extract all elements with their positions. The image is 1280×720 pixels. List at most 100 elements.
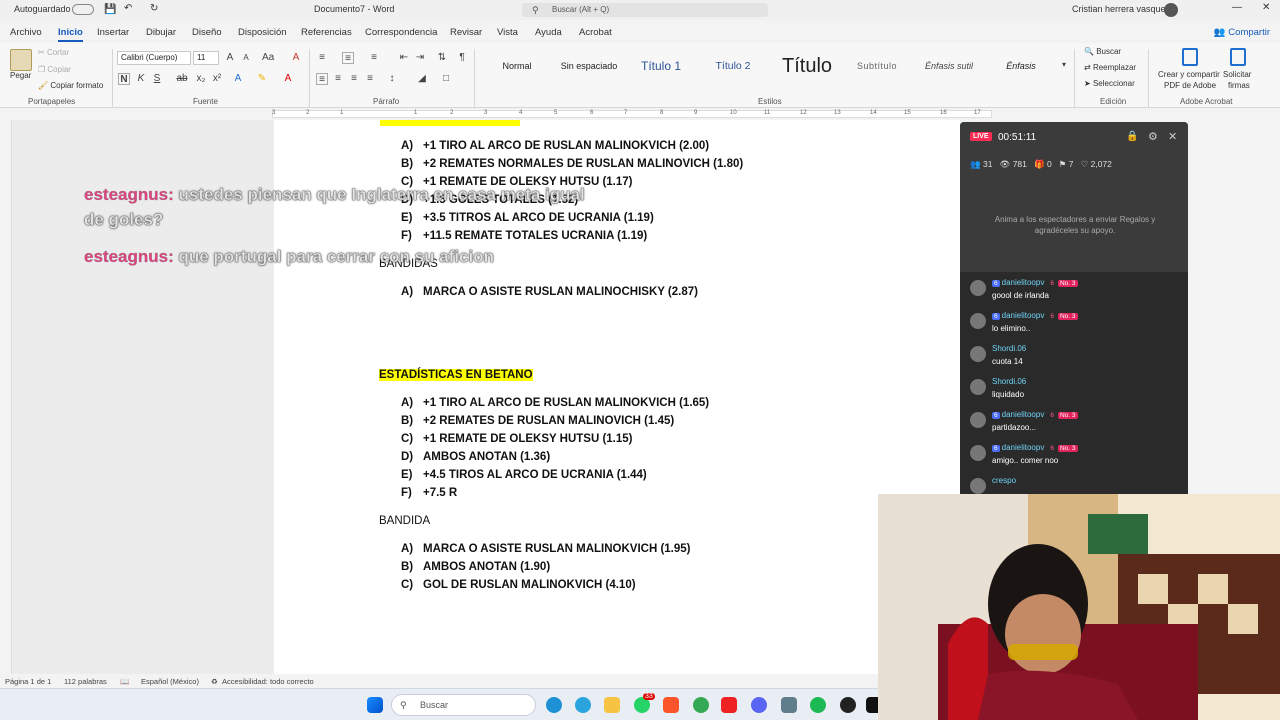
bold-icon[interactable]: N <box>118 73 130 85</box>
chrome-icon[interactable] <box>693 697 709 713</box>
avatar[interactable] <box>1164 3 1178 17</box>
tab-diseno[interactable]: Diseño <box>192 27 222 38</box>
undo-icon[interactable]: ↶ <box>124 3 132 14</box>
close-icon[interactable]: ✕ <box>1168 130 1177 143</box>
style-no-spacing[interactable]: Sin espaciado <box>552 55 626 85</box>
tab-referencias[interactable]: Referencias <box>301 27 352 38</box>
tab-correspondencia[interactable]: Correspondencia <box>365 27 437 38</box>
highlight-icon[interactable]: ✎ <box>256 73 268 85</box>
create-pdf-label[interactable]: Crear y compartir <box>1158 70 1220 79</box>
format-painter-button[interactable]: 🖌 Copiar formato <box>38 81 103 90</box>
style-normal[interactable]: Normal <box>484 55 550 85</box>
replace-button[interactable]: ⇄ Reemplazar <box>1084 63 1136 72</box>
justify-icon[interactable]: ≡ <box>364 73 376 85</box>
align-center-icon[interactable]: ≡ <box>332 73 344 85</box>
chat-message[interactable]: 6 danielitoopv 6 No. 3 amigo.. comer noo <box>968 443 1183 473</box>
avatar[interactable] <box>970 445 986 461</box>
obs-icon[interactable] <box>840 697 856 713</box>
style-heading-2[interactable]: Título 2 <box>700 55 766 85</box>
windows-start-icon[interactable] <box>367 697 383 713</box>
tab-acrobat[interactable]: Acrobat <box>579 27 612 38</box>
grow-font-icon[interactable]: A <box>224 52 236 64</box>
proofing-icon[interactable]: 📖 <box>120 677 129 686</box>
subscript-icon[interactable]: x₂ <box>195 73 207 85</box>
line-spacing-icon[interactable]: ↕ <box>386 73 398 85</box>
chat-username[interactable]: crespo <box>992 476 1016 485</box>
tab-archivo[interactable]: Archivo <box>10 27 42 38</box>
italic-icon[interactable]: K <box>135 73 147 85</box>
tab-insertar[interactable]: Insertar <box>97 27 129 38</box>
app-icon[interactable] <box>721 697 737 713</box>
change-case-icon[interactable]: Aa <box>262 52 274 64</box>
file-explorer-icon[interactable] <box>604 697 620 713</box>
avatar[interactable] <box>970 478 986 494</box>
chat-message[interactable]: 6 danielitoopv 6 No. 3 lo elimino.. <box>968 311 1183 341</box>
borders-icon[interactable]: □ <box>440 73 452 85</box>
avatar[interactable] <box>970 313 986 329</box>
taskbar-search[interactable]: ⚲ Buscar <box>391 694 536 716</box>
font-color-icon[interactable]: A <box>282 73 294 85</box>
increase-indent-icon[interactable]: ⇥ <box>414 52 426 64</box>
style-title[interactable]: Título <box>772 55 842 85</box>
tab-inicio[interactable]: Inicio <box>58 27 83 42</box>
align-left-icon[interactable]: ≡ <box>316 73 328 85</box>
language-label[interactable]: Español (México) <box>141 677 199 686</box>
avatar[interactable] <box>970 346 986 362</box>
save-icon[interactable]: 💾 <box>104 4 116 15</box>
style-heading-1[interactable]: Título 1 <box>628 55 694 85</box>
close-icon[interactable]: ✕ <box>1262 2 1270 13</box>
style-subtle-emphasis[interactable]: Énfasis sutil <box>914 55 984 85</box>
word-count[interactable]: 112 palabras <box>64 677 107 686</box>
styles-more-icon[interactable]: ▾ <box>1058 59 1070 71</box>
chat-message[interactable]: 6 danielitoopv 6 No. 3 goool de irlanda <box>968 278 1183 308</box>
numbering-icon[interactable]: ≡ <box>342 52 354 64</box>
chat-username[interactable]: danielitoopv <box>1002 410 1045 419</box>
chat-username[interactable]: Shordi.06 <box>992 377 1026 386</box>
copy-button[interactable]: ❐ Copiar <box>38 65 71 74</box>
tab-revisar[interactable]: Revisar <box>450 27 482 38</box>
telegram-icon[interactable] <box>575 697 591 713</box>
style-subtitle[interactable]: Subtítulo <box>846 55 908 85</box>
paste-icon[interactable] <box>10 49 32 71</box>
chat-message[interactable]: 6 danielitoopv 6 No. 3 partidazoo... <box>968 410 1183 440</box>
autosave-toggle[interactable] <box>72 4 94 15</box>
lock-icon[interactable]: 🔒 <box>1126 131 1138 142</box>
tab-vista[interactable]: Vista <box>497 27 518 38</box>
chat-username[interactable]: Shordi.06 <box>992 344 1026 353</box>
minimize-icon[interactable]: — <box>1232 2 1242 13</box>
spotify-icon[interactable] <box>810 697 826 713</box>
chat-username[interactable]: danielitoopv <box>1002 311 1045 320</box>
strikethrough-icon[interactable]: ab <box>176 73 188 85</box>
shrink-font-icon[interactable]: A <box>240 52 252 64</box>
chat-message[interactable]: Shordi.06 liquidado <box>968 377 1183 407</box>
avatar[interactable] <box>970 379 986 395</box>
user-name[interactable]: Cristian herrera vasquez <box>1072 4 1170 14</box>
edge-icon[interactable] <box>546 697 562 713</box>
tab-disposicion[interactable]: Disposición <box>238 27 287 38</box>
horizontal-ruler[interactable]: 3 2 1 1 2 3 4 5 6 7 8 9 10 11 12 13 14 15 16 17 <box>0 108 992 120</box>
discord-icon[interactable] <box>751 697 767 713</box>
select-button[interactable]: ➤ Seleccionar <box>1084 79 1135 88</box>
shading-icon[interactable]: ◢ <box>416 73 428 85</box>
align-right-icon[interactable]: ≡ <box>348 73 360 85</box>
redo-icon[interactable]: ↻ <box>150 3 158 14</box>
create-pdf-icon[interactable] <box>1182 48 1198 66</box>
request-signatures-icon[interactable] <box>1230 48 1246 66</box>
clear-format-icon[interactable]: A <box>290 52 302 64</box>
request-signatures-label-2[interactable]: firmas <box>1228 81 1250 90</box>
tab-ayuda[interactable]: Ayuda <box>535 27 562 38</box>
chat-message[interactable]: Shordi.06 cuota 14 <box>968 344 1183 374</box>
font-size-select[interactable]: 11 <box>193 51 219 65</box>
multilevel-list-icon[interactable]: ≡ <box>368 52 380 64</box>
pilcrow-icon[interactable]: ¶ <box>456 52 468 64</box>
style-emphasis[interactable]: Énfasis <box>992 55 1050 85</box>
avatar[interactable] <box>970 412 986 428</box>
brave-icon[interactable] <box>663 697 679 713</box>
create-pdf-label-2[interactable]: PDF de Adobe <box>1164 81 1216 90</box>
request-signatures-label[interactable]: Solicitar <box>1223 70 1251 79</box>
vertical-ruler[interactable] <box>0 120 12 674</box>
sort-icon[interactable]: ⇅ <box>436 52 448 64</box>
share-button[interactable]: 👥 Compartir <box>1214 27 1270 38</box>
paste-label[interactable]: Pegar <box>10 71 31 80</box>
decrease-indent-icon[interactable]: ⇤ <box>398 52 410 64</box>
